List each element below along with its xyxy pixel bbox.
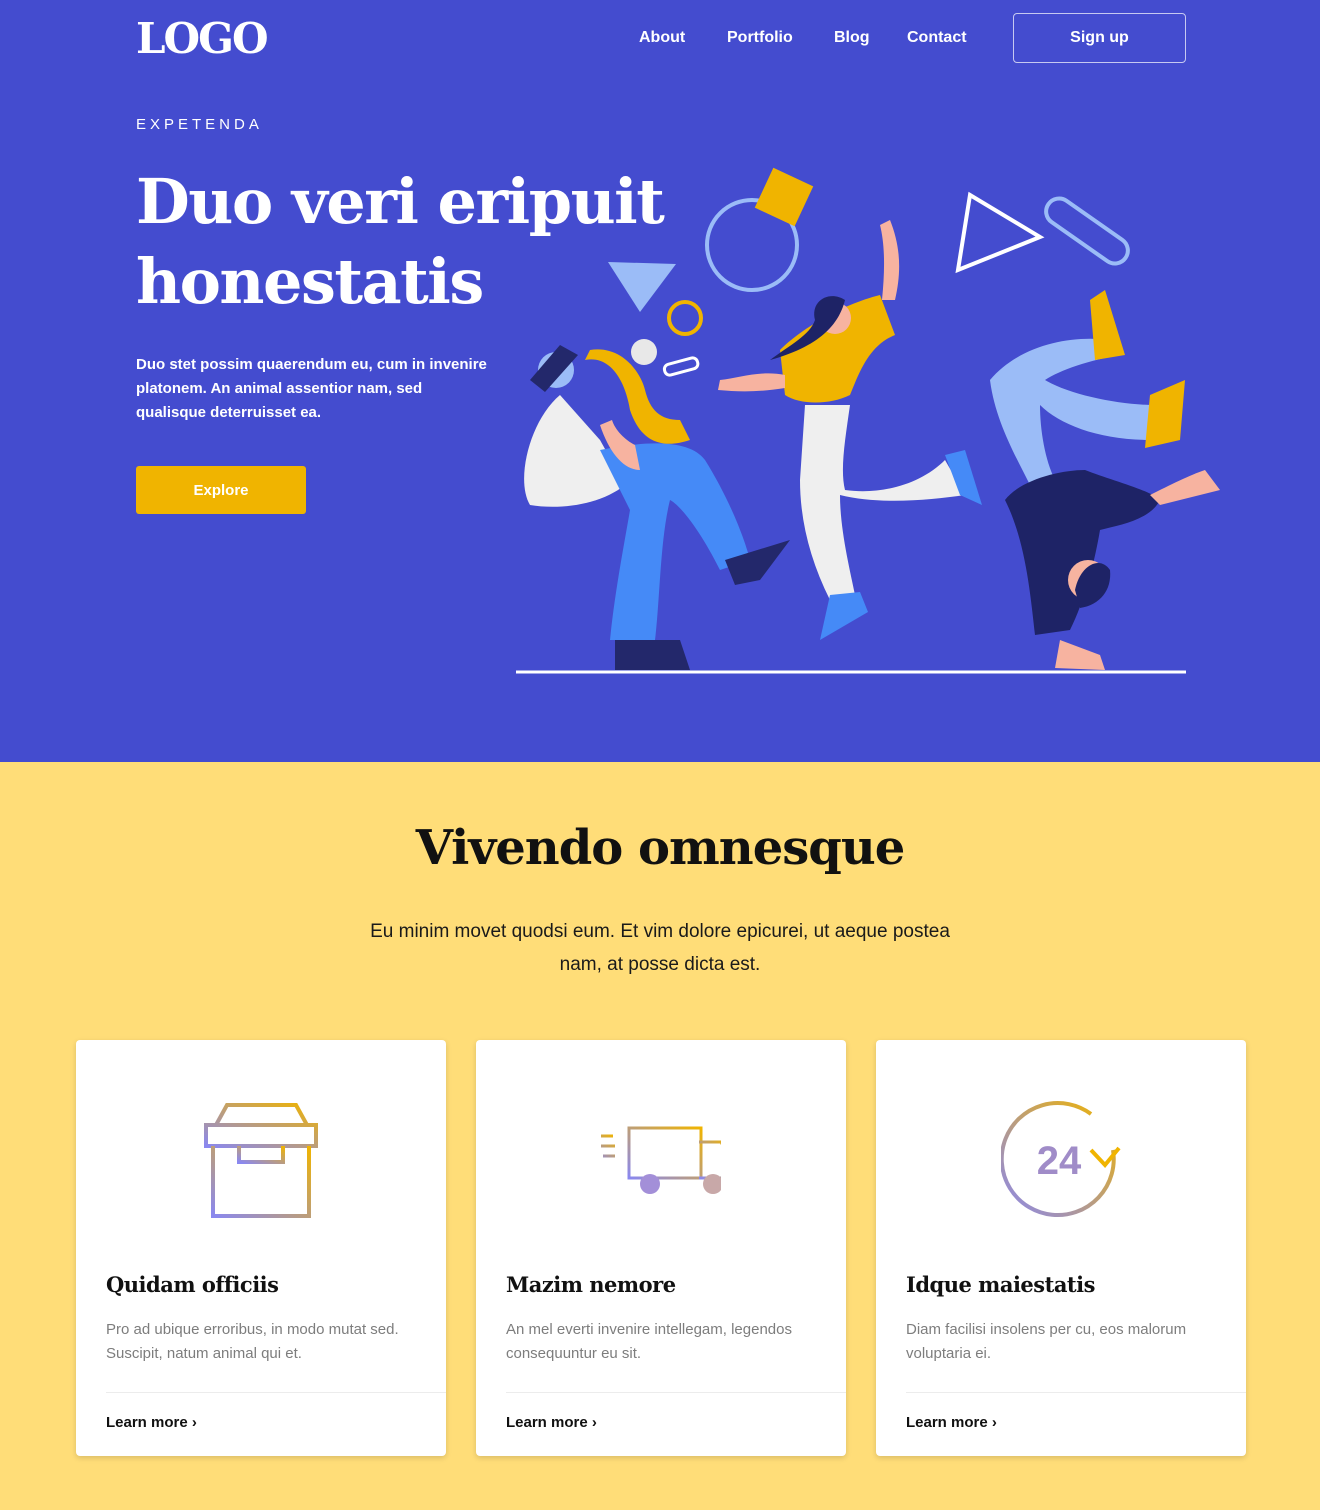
learn-more-link[interactable]: Learn more ›: [106, 1414, 197, 1431]
features-description: Eu minim movet quodsi eum. Et vim dolore…: [370, 921, 950, 975]
note-circle: [631, 339, 657, 365]
pill-shape: [1044, 196, 1130, 266]
card-text: An mel everti invenire intellegam, legen…: [506, 1321, 792, 1362]
nav-portfolio[interactable]: Portfolio: [727, 28, 793, 48]
card-divider: [506, 1392, 846, 1393]
feature-card-3: 24 Idque maiestatis Diam facilisi insole…: [876, 1040, 1246, 1456]
nav-contact[interactable]: Contact: [907, 28, 967, 48]
card-divider: [106, 1392, 446, 1393]
nav-about[interactable]: About: [639, 28, 685, 48]
hero-section: LOGO About Portfolio Blog Contact Sign u…: [0, 0, 1320, 762]
truck-icon: [601, 1126, 721, 1194]
signup-button[interactable]: Sign up: [1013, 13, 1186, 63]
learn-more-link[interactable]: Learn more ›: [906, 1414, 997, 1431]
note-pill: [662, 356, 700, 377]
dancers-illustration: [516, 167, 1220, 674]
triangle-shape: [608, 262, 676, 312]
24-hours-icon: 24: [1001, 1101, 1121, 1218]
24-hours-text: 24: [1037, 1139, 1082, 1183]
breakdancer: [990, 290, 1220, 670]
card-title: Idque maiestatis: [906, 1272, 1095, 1297]
hero-eyebrow: EXPETENDA: [136, 116, 263, 133]
card-title: Mazim nemore: [506, 1272, 676, 1297]
logo[interactable]: LOGO: [136, 14, 269, 63]
outline-triangle-shape: [955, 191, 1045, 274]
card-divider: [906, 1392, 1246, 1393]
feature-card-2: Mazim nemore An mel everti invenire inte…: [476, 1040, 846, 1456]
card-text: Pro ad ubique erroribus, in modo mutat s…: [106, 1321, 399, 1362]
hero-description: Duo stet possim quaerendum eu, cum in in…: [136, 356, 487, 421]
learn-more-link[interactable]: Learn more ›: [506, 1414, 597, 1431]
card-title: Quidam officiis: [106, 1272, 279, 1297]
nav-blog[interactable]: Blog: [834, 28, 870, 48]
feature-card-1: Quidam officiis Pro ad ubique erroribus,…: [76, 1040, 446, 1456]
box-icon: [204, 1103, 318, 1218]
small-ring-shape: [667, 300, 703, 336]
features-title: Vivendo omnesque: [415, 820, 906, 876]
saxophone-player: [524, 345, 790, 670]
card-text: Diam facilisi insolens per cu, eos malor…: [906, 1321, 1187, 1362]
explore-button[interactable]: Explore: [136, 466, 306, 514]
square-shape: [754, 167, 814, 227]
